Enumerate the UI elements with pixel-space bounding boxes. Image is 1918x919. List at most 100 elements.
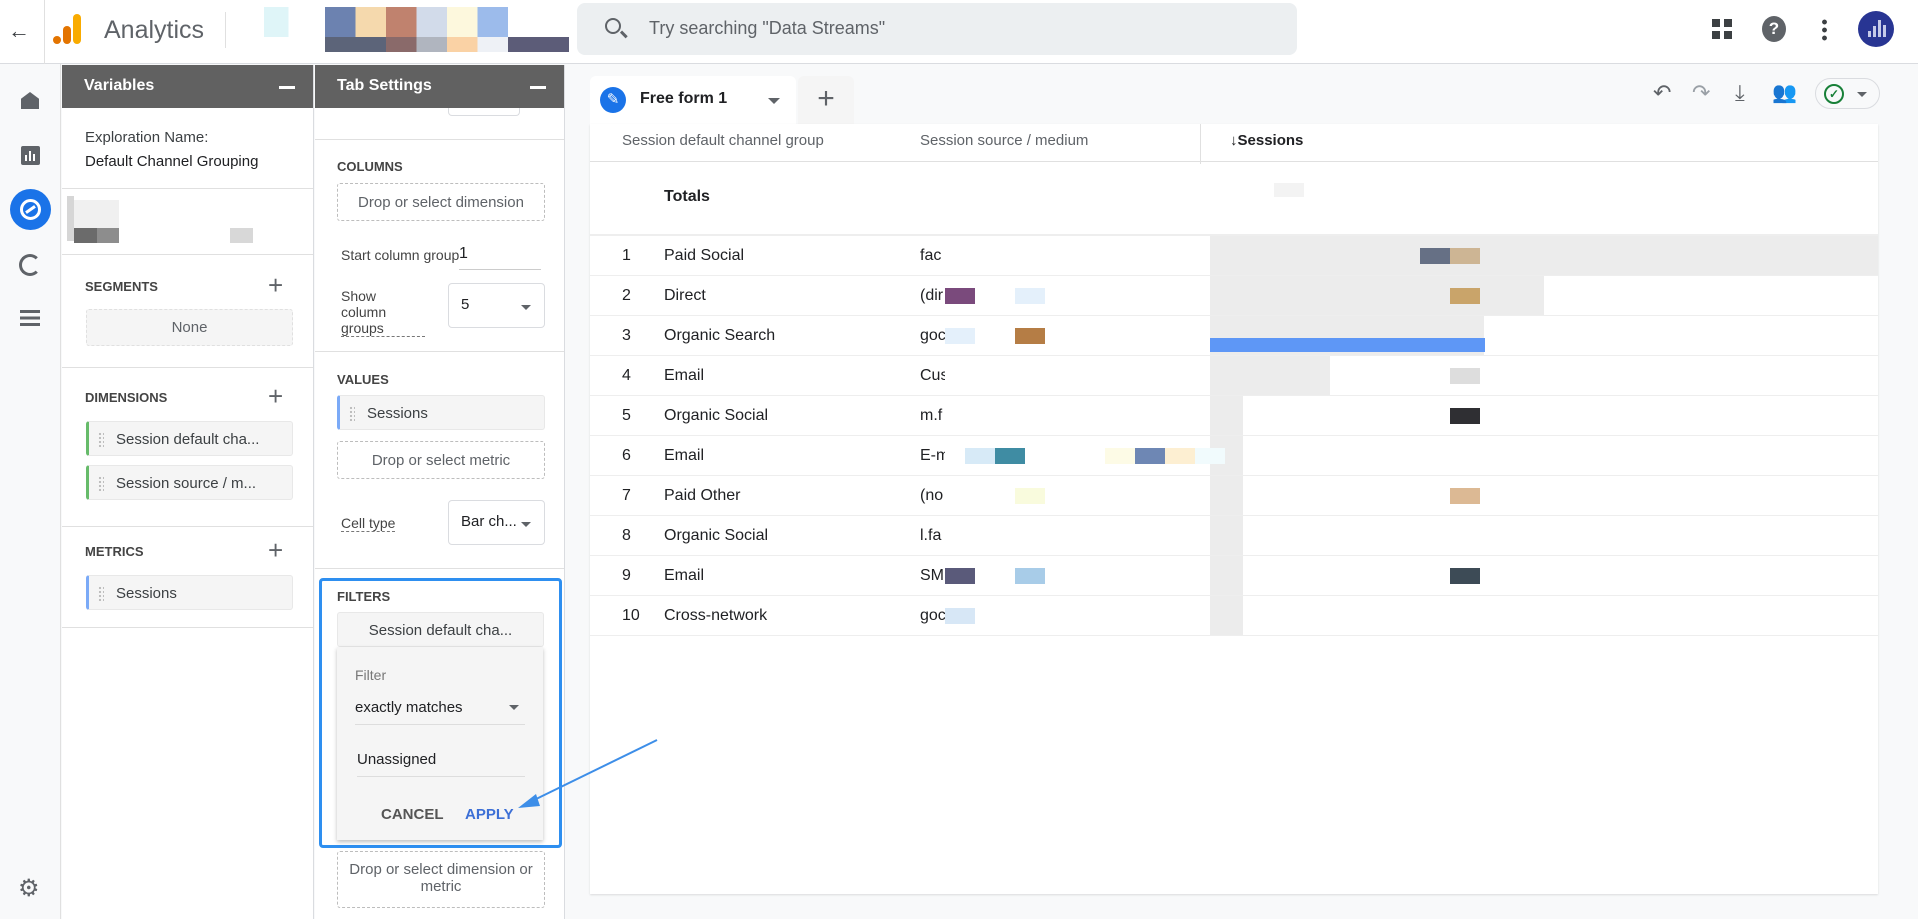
channel-cell: Email [664, 567, 705, 584]
minimize-icon[interactable] [279, 86, 295, 89]
dimensions-label: DIMENSIONS [85, 390, 168, 405]
dimension-chip[interactable]: Session source / m... [86, 465, 293, 500]
channel-cell: Email [664, 447, 705, 464]
tab-menu-caret-icon[interactable] [768, 98, 780, 104]
configure-icon[interactable] [20, 310, 40, 326]
channel-cell: Cross-network [664, 607, 768, 624]
table-row[interactable]: 8 Organic Social l.fa [590, 516, 1878, 556]
redo-icon[interactable]: ↷ [1692, 80, 1710, 106]
dropdown-caret-icon [509, 705, 519, 710]
row-number: 9 [622, 567, 631, 584]
start-column-group-input[interactable]: 1 [459, 245, 541, 270]
add-metric-plus-icon[interactable]: + [268, 537, 283, 563]
segments-label: SEGMENTS [85, 279, 158, 294]
table-row[interactable]: 2 Direct (dir [590, 276, 1878, 316]
chip-label: Sessions [367, 405, 428, 422]
source-cell: goc [920, 607, 946, 624]
edit-pencil-icon[interactable]: ✎ [600, 87, 626, 113]
advertising-icon[interactable] [19, 254, 41, 276]
search-bar[interactable]: Try searching "Data Streams" [577, 3, 1297, 55]
row-number: 3 [622, 327, 631, 344]
exploration-name-label: Exploration Name: [85, 129, 209, 146]
redacted-block [1450, 488, 1480, 504]
row-number: 10 [622, 607, 640, 624]
channel-cell: Organic Social [664, 407, 769, 424]
values-drop-zone[interactable]: Drop or select metric [337, 441, 545, 479]
value-chip[interactable]: Sessions [337, 395, 545, 430]
account-selector[interactable] [264, 7, 569, 52]
redacted-source [945, 516, 1210, 555]
help-icon[interactable]: ? [1762, 16, 1786, 42]
cell-type-select[interactable]: Bar ch... [448, 500, 545, 545]
filters-label: FILTERS [337, 589, 391, 604]
select-value: exactly matches [355, 699, 463, 716]
exploration-name-input[interactable]: Default Channel Grouping [85, 153, 258, 170]
table-row[interactable]: 6 Email E-m [590, 436, 1878, 476]
channel-cell: Email [664, 367, 705, 384]
settings-icon[interactable]: ⚙ [18, 874, 40, 903]
add-segment-plus-icon[interactable]: + [268, 272, 283, 298]
dimension-chip[interactable]: Session default cha... [86, 421, 293, 456]
values-label: VALUES [337, 372, 389, 387]
drag-handle-icon[interactable] [98, 432, 104, 447]
tab-free-form[interactable]: ✎ Free form 1 [590, 76, 796, 124]
undo-icon[interactable]: ↶ [1653, 80, 1671, 106]
source-cell: goc [920, 327, 946, 344]
table-row[interactable]: 1 Paid Social fac [590, 236, 1878, 276]
filters-drop-zone[interactable]: Drop or select dimension or metric [337, 851, 545, 908]
filter-chip[interactable]: Session default cha... [337, 612, 544, 647]
tab-label: Free form 1 [640, 90, 728, 107]
column-header-sessions[interactable]: ↓Sessions [1230, 132, 1303, 149]
variables-panel: Variables Exploration Name: Default Chan… [62, 65, 314, 919]
show-column-groups-select[interactable]: 5 [448, 283, 545, 328]
redacted-source [945, 316, 1210, 355]
column-header-channel[interactable]: Session default channel group [622, 132, 824, 149]
add-tab-button[interactable]: + [798, 76, 854, 124]
table-row[interactable]: 9 Email SM [590, 556, 1878, 596]
home-icon[interactable] [21, 92, 39, 109]
redacted-block [1450, 408, 1480, 424]
channel-cell: Organic Search [664, 327, 776, 344]
more-vert-icon[interactable] [1822, 18, 1827, 42]
status-check-button[interactable]: ✓ [1815, 78, 1880, 109]
redacted-block [945, 328, 975, 344]
redacted-block [1450, 248, 1480, 264]
redacted-block [1015, 568, 1045, 584]
drag-handle-icon[interactable] [98, 476, 104, 491]
annotation-arrow [518, 739, 658, 808]
explore-icon[interactable] [10, 189, 51, 230]
column-header-source[interactable]: Session source / medium [920, 132, 1088, 149]
redacted-block [1135, 448, 1165, 464]
redacted-block [1105, 448, 1135, 464]
apps-grid-icon[interactable] [1712, 19, 1732, 39]
table-row[interactable]: 7 Paid Other (no [590, 476, 1878, 516]
filter-popup-label: Filter [355, 667, 387, 683]
dropdown-caret-icon [521, 522, 531, 527]
table-row[interactable]: 3 Organic Search goc [590, 316, 1878, 356]
row-number: 1 [622, 247, 631, 264]
segments-none[interactable]: None [86, 309, 293, 346]
back-arrow-icon[interactable]: ← [8, 18, 30, 44]
row-number: 2 [622, 287, 631, 304]
cancel-button[interactable]: CANCEL [381, 806, 444, 823]
minimize-icon[interactable] [530, 86, 546, 89]
metric-chip[interactable]: Sessions [86, 575, 293, 610]
drag-handle-icon[interactable] [349, 406, 355, 421]
table-row[interactable]: 5 Organic Social m.f [590, 396, 1878, 436]
table-row[interactable]: 4 Email Cus [590, 356, 1878, 396]
source-cell: fac [920, 247, 942, 264]
reports-icon[interactable] [21, 146, 40, 165]
sessions-bar [1210, 396, 1244, 435]
cell-type-label: Cell type [341, 515, 396, 532]
add-dimension-plus-icon[interactable]: + [268, 383, 283, 409]
share-icon[interactable]: 👥 [1772, 80, 1797, 105]
redacted-block [945, 568, 975, 584]
columns-drop-zone[interactable]: Drop or select dimension [337, 183, 545, 221]
redacted-block [965, 448, 995, 464]
search-input[interactable]: Try searching "Data Streams" [649, 18, 885, 39]
download-icon[interactable]: ⤓ [1735, 80, 1745, 106]
redacted-source [945, 476, 1210, 515]
account-avatar-icon[interactable] [1858, 11, 1894, 47]
drag-handle-icon[interactable] [98, 586, 104, 601]
table-row[interactable]: 10 Cross-network goc [590, 596, 1878, 636]
